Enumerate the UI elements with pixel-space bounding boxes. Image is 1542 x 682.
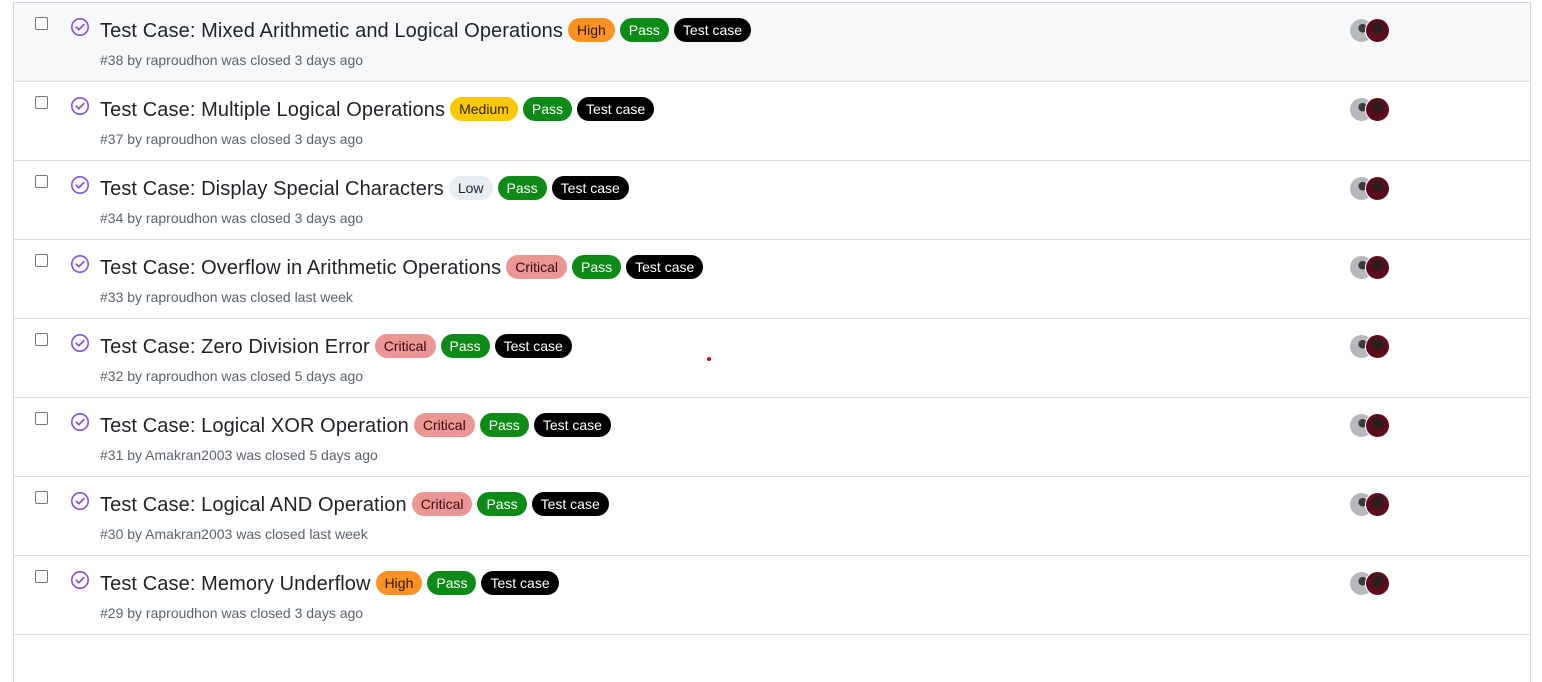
issue-row[interactable]: Test Case: Multiple Logical Operations M… [14,82,1530,161]
issue-meta: #37 by raproudhon was closed 3 days ago [100,131,364,147]
issue-row[interactable]: Test Case: Logical XOR Operation Critica… [14,398,1530,477]
issue-select-checkbox[interactable] [35,254,48,267]
assignee-avatars[interactable] [1349,18,1395,44]
closed-completed-check-circle-icon [71,413,89,431]
issue-meta: #38 by raproudhon was closed 3 days ago [100,52,364,68]
closed-completed-check-circle-icon [71,334,89,352]
label-critical[interactable]: Critical [374,333,436,358]
label-critical[interactable]: Critical [411,491,473,516]
issue-title-line: Test Case: Zero Division Error Critical P… [100,332,577,362]
label-medium[interactable]: Medium [450,96,518,121]
label-pass[interactable]: Pass [522,96,573,121]
issue-row[interactable]: Test Case: Overflow in Arithmetic Operat… [14,240,1530,319]
issue-meta: #32 by raproudhon was closed 5 days ago [100,368,364,384]
issue-row[interactable]: Test Case: Mixed Arithmetic and Logical … [14,3,1530,82]
issue-title-link[interactable]: Test Case: Zero Division Error [100,332,370,362]
label-critical[interactable]: Critical [506,254,567,279]
issue-title-line: Test Case: Display Special Characters Lo… [100,174,634,204]
label-pass[interactable]: Pass [572,254,622,279]
assignee-avatars[interactable] [1349,97,1395,123]
assignee-avatars[interactable] [1349,413,1395,439]
issue-meta: #30 by Amakran2003 was closed last week [100,526,368,542]
issue-title-line: Test Case: Memory Underflow High Pass Test… [100,569,564,599]
issue-select-checkbox[interactable] [35,17,48,30]
avatar[interactable] [1365,176,1390,201]
issue-title-link[interactable]: Test Case: Logical XOR Operation [100,411,409,441]
avatar[interactable] [1365,571,1390,596]
label-testcase[interactable]: Test case [626,254,704,279]
label-low[interactable]: Low [448,175,493,200]
label-testcase[interactable]: Test case [551,175,629,200]
closed-completed-check-circle-icon [71,97,89,115]
assignee-avatars[interactable] [1349,176,1395,202]
avatar[interactable] [1365,97,1390,122]
issue-title-link[interactable]: Test Case: Memory Underflow [100,569,371,599]
avatar[interactable] [1365,492,1390,517]
issue-row[interactable]: Test Case: Logical AND Operation Critica… [14,477,1530,556]
issue-title-line: Test Case: Multiple Logical Operations M… [100,95,659,125]
issue-title-line: Test Case: Mixed Arithmetic and Logical … [100,16,756,46]
issue-select-checkbox[interactable] [35,96,48,109]
issue-select-checkbox[interactable] [35,491,48,504]
assignee-avatars[interactable] [1349,571,1395,597]
issue-title-line: Test Case: Logical XOR Operation Critica… [100,411,616,441]
issue-title-line: Test Case: Logical AND Operation Critica… [100,490,614,520]
assignee-avatars[interactable] [1349,492,1395,518]
closed-completed-check-circle-icon [71,176,89,194]
closed-completed-check-circle-icon [71,255,89,273]
issue-select-checkbox[interactable] [35,175,48,188]
closed-completed-check-circle-icon [71,18,89,36]
closed-completed-check-circle-icon [71,492,89,510]
label-testcase[interactable]: Test case [494,333,572,358]
label-pass[interactable]: Pass [427,570,477,595]
issue-title-link[interactable]: Test Case: Mixed Arithmetic and Logical … [100,16,563,46]
assignee-avatars[interactable] [1349,334,1395,360]
assignee-avatars[interactable] [1349,255,1395,281]
label-testcase[interactable]: Test case [533,412,611,437]
label-testcase[interactable]: Test case [481,570,559,595]
closed-completed-check-circle-icon [71,571,89,589]
issue-row[interactable]: Test Case: Memory Underflow High Pass Test… [14,556,1530,635]
label-pass[interactable]: Pass [497,175,547,200]
issue-meta: #29 by raproudhon was closed 3 days ago [100,605,364,621]
label-pass[interactable]: Pass [619,17,669,42]
label-high[interactable]: High [568,17,615,42]
issue-select-checkbox[interactable] [35,333,48,346]
avatar[interactable] [1365,413,1390,438]
issue-title-line: Test Case: Overflow in Arithmetic Operat… [100,253,708,283]
issue-title-link[interactable]: Test Case: Overflow in Arithmetic Operat… [100,253,501,283]
issue-select-checkbox[interactable] [35,570,48,583]
label-testcase[interactable]: Test case [577,96,655,121]
label-testcase[interactable]: Test case [531,491,609,516]
label-critical[interactable]: Critical [413,412,475,437]
issue-meta: #34 by raproudhon was closed 3 days ago [100,210,364,226]
label-high[interactable]: High [375,570,423,595]
avatar[interactable] [1365,334,1390,359]
issue-meta: #33 by raproudhon was closed last week [100,289,353,305]
avatar[interactable] [1365,255,1390,280]
issue-row[interactable]: Test Case: Zero Division Error Critical P… [14,319,1530,398]
issue-list: Test Case: Mixed Arithmetic and Logical … [13,2,1531,682]
issue-title-link[interactable]: Test Case: Multiple Logical Operations [100,95,445,125]
avatar[interactable] [1365,18,1390,43]
issue-row[interactable]: Test Case: Display Special Characters Lo… [14,161,1530,240]
issue-title-link[interactable]: Test Case: Display Special Characters [100,174,444,204]
label-pass[interactable]: Pass [477,491,527,516]
issue-select-checkbox[interactable] [35,412,48,425]
label-testcase[interactable]: Test case [673,17,752,42]
issue-title-link[interactable]: Test Case: Logical AND Operation [100,490,407,520]
label-pass[interactable]: Pass [479,412,529,437]
label-pass[interactable]: Pass [440,333,490,358]
issue-meta: #31 by Amakran2003 was closed 5 days ago [100,447,378,463]
cursor-dot [707,357,711,361]
